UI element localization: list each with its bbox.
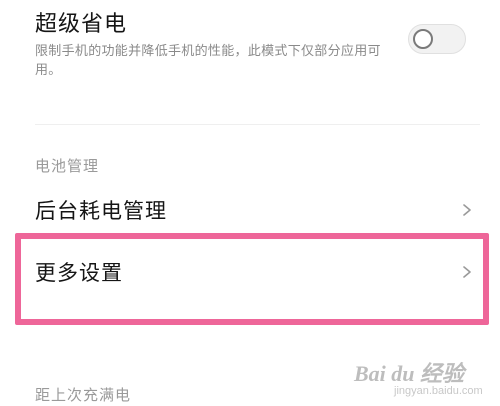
section-divider: [35, 124, 480, 125]
background-power-management-label: 后台耗电管理: [35, 199, 167, 223]
last-full-charge-label: 距上次充满电: [35, 386, 132, 404]
watermark-text: Bai du 经验: [354, 361, 465, 386]
super-saver-toggle[interactable]: [408, 24, 466, 54]
super-saver-description: 限制手机的功能并降低手机的性能，此模式下仅部分应用可用。: [35, 44, 381, 78]
highlight-annotation-box: [15, 233, 489, 325]
toggle-knob: [413, 29, 433, 49]
super-saver-row[interactable]: 超级省电 限制手机的功能并降低手机的性能，此模式下仅部分应用可用。: [0, 0, 500, 100]
super-saver-title: 超级省电: [35, 12, 128, 37]
chevron-right-icon: [463, 204, 471, 216]
battery-management-header: 电池管理: [35, 157, 100, 175]
watermark-sub: jingyan.baidu.com: [394, 385, 483, 397]
background-power-management-row[interactable]: 后台耗电管理: [0, 180, 500, 240]
baidu-jingyan-watermark: Bai du 经验 jingyan.baidu.com: [354, 350, 494, 402]
